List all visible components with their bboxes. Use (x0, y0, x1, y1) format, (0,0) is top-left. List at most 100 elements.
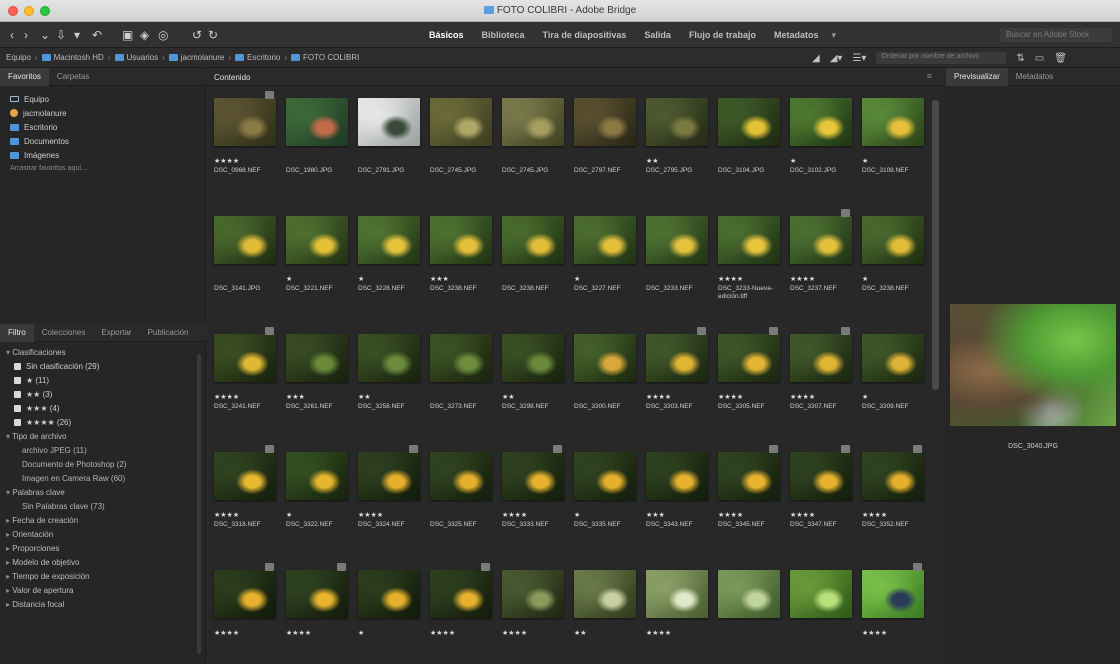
filter-option[interactable]: Sin Palabras clave (73) (0, 500, 196, 514)
checkbox-icon[interactable] (14, 391, 21, 398)
filter-option[interactable]: ★★★★ (26) (0, 416, 196, 430)
workspace-tab[interactable]: Biblioteca (473, 30, 534, 40)
thumbnail-cell[interactable]: ★ DSC_3221.NEF (282, 206, 352, 323)
thumbnail-image[interactable] (718, 98, 780, 146)
tab-favorites[interactable]: Favoritos (0, 67, 49, 86)
filter-section-header[interactable]: Fecha de creación (0, 514, 196, 528)
thumbnail-image[interactable] (430, 334, 492, 382)
sort-icon[interactable]: ◢▾ (830, 53, 843, 64)
thumbnail-cell[interactable]: ★★★★ (426, 560, 496, 664)
thumbnail-image[interactable] (502, 570, 564, 618)
thumbnail-image[interactable] (862, 216, 924, 264)
filter-section-header[interactable]: Clasificaciones (0, 346, 196, 360)
rating-stars[interactable]: ★★★★ (214, 158, 239, 166)
thumbnail-image[interactable] (646, 570, 708, 618)
thumbnail-image[interactable] (574, 334, 636, 382)
rating-stars[interactable]: ★★★★ (502, 512, 527, 520)
rating-stars[interactable]: ★★ (574, 630, 587, 638)
rating-stars[interactable]: ★ (862, 158, 868, 166)
quality-icon[interactable]: ◢ (812, 53, 820, 64)
filter-option[interactable]: ★★ (3) (0, 388, 196, 402)
open-camera-raw-icon[interactable]: ◎ (158, 28, 168, 42)
refine-icon[interactable]: ▾ (74, 28, 80, 42)
rating-stars[interactable]: ★★★★ (718, 512, 743, 520)
thumbnail-cell[interactable] (786, 560, 856, 664)
breadcrumb-item[interactable]: Escritorio › (235, 53, 287, 62)
rating-stars[interactable]: ★★★★ (790, 394, 815, 402)
filter-section-header[interactable]: Modelo de objetivo (0, 556, 196, 570)
thumbnail-cell[interactable]: DSC_1980.JPG (282, 88, 352, 205)
thumbnail-image[interactable] (862, 570, 924, 618)
thumbnail-cell[interactable]: ★★★★ (642, 560, 712, 664)
filter-section-header[interactable]: Proporciones (0, 542, 196, 556)
thumbnail-cell[interactable]: ★★★ DSC_3261.NEF (282, 324, 352, 441)
sort-direction-icon[interactable]: ⇅ (1016, 53, 1024, 64)
filter-section-header[interactable]: Orientación (0, 528, 196, 542)
favorite-item-desktop[interactable]: Escritorio (0, 120, 206, 134)
thumbnail-image[interactable] (574, 216, 636, 264)
thumbnail-image[interactable] (502, 452, 564, 500)
filter-scrollbar[interactable] (197, 354, 201, 654)
thumbnail-image[interactable] (214, 98, 276, 146)
filter-section-header[interactable]: Tiempo de exposición (0, 570, 196, 584)
favorite-item-user[interactable]: jacmolanure (0, 106, 206, 120)
thumbnail-image[interactable] (718, 452, 780, 500)
thumbnail-image[interactable] (358, 334, 420, 382)
thumbnail-image[interactable] (646, 452, 708, 500)
rating-stars[interactable]: ★★★★ (790, 276, 815, 284)
thumbnail-image[interactable] (214, 334, 276, 382)
content-scrollbar[interactable] (932, 100, 939, 390)
rating-stars[interactable]: ★★★ (430, 276, 449, 284)
thumbnail-image[interactable] (718, 216, 780, 264)
checkbox-icon[interactable] (14, 363, 21, 370)
thumbnail-image[interactable] (430, 452, 492, 500)
thumbnail-image[interactable] (214, 216, 276, 264)
recent-folders-icon[interactable]: ⌄ (40, 28, 50, 42)
workspace-more-chevron-icon[interactable]: ▾ (827, 30, 836, 41)
rating-stars[interactable]: ★★★ (646, 512, 665, 520)
filter-option[interactable]: archivo JPEG (11) (0, 444, 196, 458)
thumbnail-image[interactable] (790, 216, 852, 264)
thumbnail-cell[interactable]: DSC_3273.NEF (426, 324, 496, 441)
thumbnail-cell[interactable]: ★★ DSC_2795.JPG (642, 88, 712, 205)
thumbnail-cell[interactable]: ★★★★ DSC_3352.NEF (858, 442, 928, 559)
thumbnail-cell[interactable]: ★★★★ DSC_3318.NEF (210, 442, 280, 559)
workspace-tab[interactable]: Salida (635, 30, 680, 40)
rating-stars[interactable]: ★ (286, 512, 292, 520)
thumbnail-cell[interactable]: DSC_3104.JPG (714, 88, 784, 205)
thumbnail-cell[interactable]: ★★★★ DSC_3303.NEF (642, 324, 712, 441)
thumbnail-cell[interactable]: ★★★★ DSC_3333.NEF (498, 442, 568, 559)
thumbnail-cell[interactable]: ★★★★ DSC_0968.NEF (210, 88, 280, 205)
thumbnail-image[interactable] (430, 570, 492, 618)
rating-stars[interactable]: ★ (574, 512, 580, 520)
breadcrumb-item[interactable]: FOTO COLIBRI (291, 53, 359, 62)
tab-export[interactable]: Exportar (93, 328, 139, 337)
rating-stars[interactable]: ★★★★ (862, 512, 887, 520)
thumbnail-cell[interactable]: ★★★★ DSC_3305.NEF (714, 324, 784, 441)
thumbnail-image[interactable] (358, 98, 420, 146)
filter-option[interactable]: Sin clasificación (29) (0, 360, 196, 374)
thumbnail-cell[interactable]: DSC_2745.JPG (426, 88, 496, 205)
panel-menu-icon[interactable]: ≡ (927, 71, 932, 81)
back-arrow-icon[interactable]: ‹ (10, 28, 14, 42)
rating-stars[interactable]: ★★★★ (286, 630, 311, 638)
thumbnail-cell[interactable]: ★ DSC_3238.NEF (858, 206, 928, 323)
rating-stars[interactable]: ★ (574, 276, 580, 284)
thumbnail-image[interactable] (286, 570, 348, 618)
rating-stars[interactable]: ★★★★ (718, 276, 743, 284)
thumbnail-image[interactable] (862, 334, 924, 382)
thumbnail-cell[interactable]: ★★★ DSC_3343.NEF (642, 442, 712, 559)
breadcrumb-item[interactable]: Macintosh HD › (41, 53, 111, 62)
thumbnail-image[interactable] (502, 334, 564, 382)
thumbnail-cell[interactable]: ★★★★ DSC_3241.NEF (210, 324, 280, 441)
thumbnail-cell[interactable]: ★ DSC_3335.NEF (570, 442, 640, 559)
tab-folders[interactable]: Carpetas (49, 72, 97, 81)
preview-image[interactable] (950, 304, 1116, 426)
thumbnail-cell[interactable]: ★★★★ DSC_3324.NEF (354, 442, 424, 559)
thumbnail-cell[interactable]: ★ DSC_3228.NEF (354, 206, 424, 323)
thumbnail-cell[interactable]: ★★ DSC_3258.NEF (354, 324, 424, 441)
thumbnail-cell[interactable]: ★ DSC_3227.NEF (570, 206, 640, 323)
thumbnail-image[interactable] (502, 98, 564, 146)
thumbnail-image[interactable] (286, 216, 348, 264)
rating-stars[interactable]: ★ (862, 394, 868, 402)
